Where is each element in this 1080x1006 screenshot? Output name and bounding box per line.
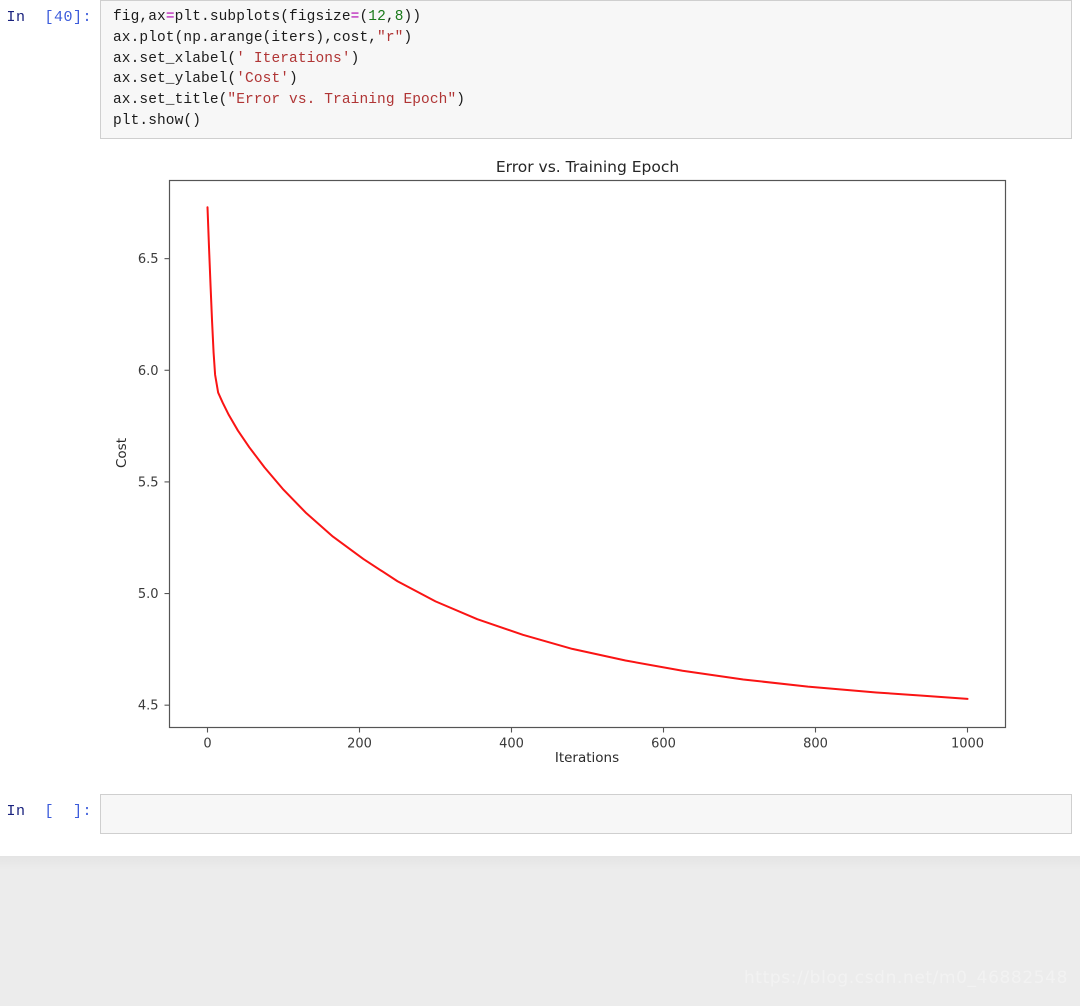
- chart-y-axis-ticks: 4.5 5.0 5.5 6.0 6.5: [138, 252, 170, 714]
- chart-x-axis-label: Iterations: [555, 750, 619, 766]
- code-token: "Error vs. Training Epoch": [227, 92, 457, 109]
- chart-axes-frame: [168, 179, 1007, 729]
- matplotlib-figure-output: Error vs. Training Epoch 0 200 400 600 800 10…: [0, 150, 1080, 790]
- x-tick-label: 0: [203, 737, 211, 752]
- code-token: ,: [385, 9, 395, 25]
- code-token: ): [456, 92, 466, 109]
- y-tick-label: 5.0: [138, 587, 159, 602]
- code-token: ax.plot(np.arange(iters),cost,: [113, 29, 378, 46]
- code-token: ax.set_title(: [113, 92, 228, 109]
- code-token: 'Cost': [236, 71, 290, 88]
- code-token: plt.show(): [113, 112, 202, 129]
- cell-prompt-prefix-empty: In: [6, 803, 26, 820]
- code-editor-area[interactable]: fig,ax=plt.subplots(figsize=(12,8)) ax.p…: [100, 0, 1072, 139]
- code-token: ' Iterations': [236, 50, 351, 67]
- x-tick-label: 1000: [951, 737, 984, 752]
- code-source[interactable]: fig,ax=plt.subplots(figsize=(12,8)) ax.p…: [113, 7, 1071, 132]
- cell-prompt-counter-empty: [ ]:: [44, 803, 92, 820]
- code-token: ): [403, 29, 413, 46]
- cell-prompt-prefix: In: [6, 9, 26, 26]
- chart-y-axis-label: Cost: [114, 438, 130, 468]
- code-token: ): [350, 50, 360, 67]
- code-token: 8: [394, 9, 404, 25]
- notebook-cell-input-empty[interactable]: In [ ]:: [0, 794, 1072, 834]
- code-token: ax.set_ylabel(: [113, 71, 237, 88]
- y-tick-label: 6.5: [138, 252, 159, 267]
- watermark-url: https://blog.csdn.net/m0_46882548: [743, 968, 1068, 988]
- cell-prompt-counter: [40]:: [44, 9, 92, 26]
- code-token: (: [359, 9, 369, 25]
- y-tick-label: 6.0: [138, 364, 159, 379]
- x-tick-label: 200: [347, 737, 372, 752]
- x-tick-label: 800: [803, 737, 828, 752]
- x-tick-label: 600: [651, 737, 676, 752]
- code-token: ax.set_xlabel(: [113, 50, 237, 67]
- code-token: "r": [377, 29, 404, 46]
- chart-canvas: 0 200 400 600 800 1000 4.5 5.0 5.5 6.0 6.5 Iterat…: [114, 179, 1007, 766]
- x-tick-label: 400: [499, 737, 524, 752]
- code-token: plt.subplots(figsize: [174, 9, 351, 25]
- code-token: 12: [368, 9, 386, 25]
- code-token: )): [403, 9, 422, 25]
- y-tick-label: 5.5: [138, 475, 159, 490]
- code-token: =: [165, 9, 175, 25]
- y-tick-label: 4.5: [138, 699, 159, 714]
- cell-prompt-empty: In [ ]:: [0, 794, 100, 822]
- chart-x-axis-ticks: 0 200 400 600 800 1000: [203, 727, 984, 752]
- cell-prompt-40: In [40]:: [0, 0, 100, 28]
- notebook-cell-input-40[interactable]: In [40]: fig,ax=plt.subplots(figsize=(12…: [0, 0, 1072, 139]
- code-token: ): [289, 71, 298, 88]
- code-editor-area-empty[interactable]: [100, 794, 1072, 834]
- code-token: fig,ax: [113, 9, 166, 25]
